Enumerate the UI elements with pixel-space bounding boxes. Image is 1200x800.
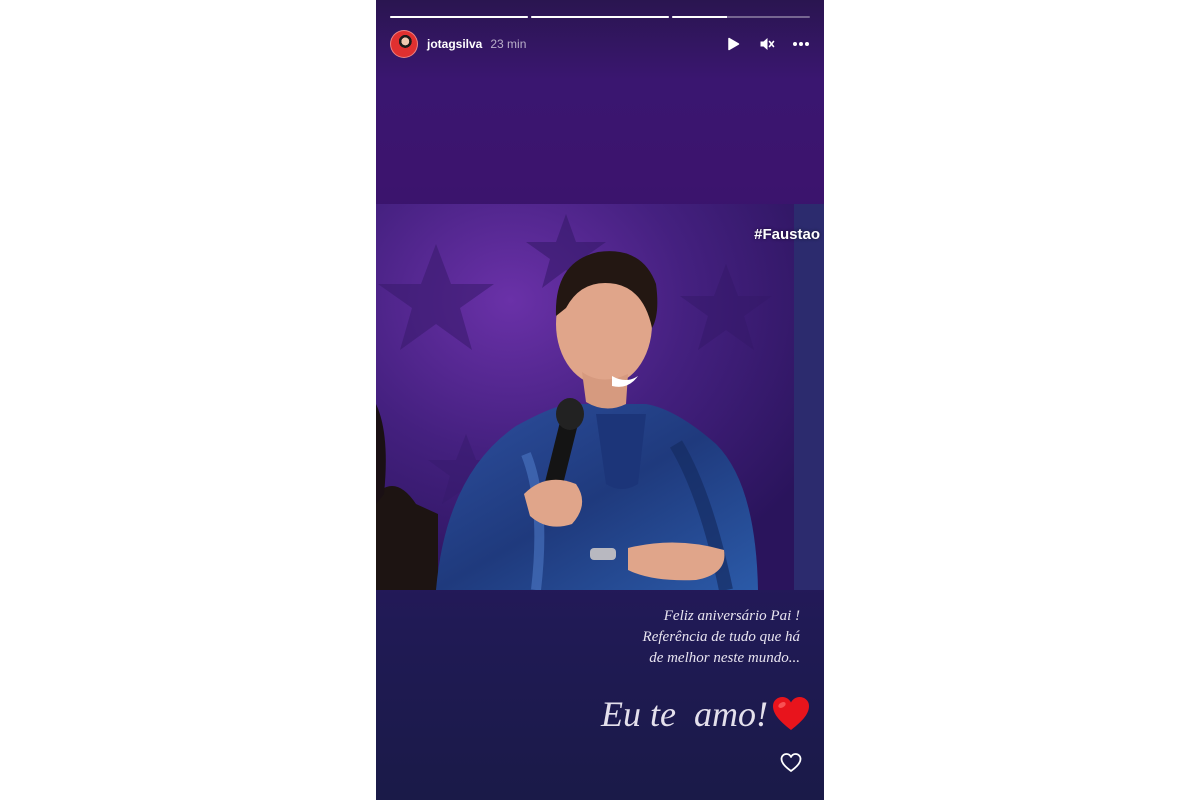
story-controls: [724, 35, 810, 53]
hashtag-sticker[interactable]: #Faustao: [754, 226, 820, 243]
progress-fill: [672, 16, 728, 18]
progress-segment: [672, 16, 810, 18]
story-header: jotagsilva 23 min: [390, 29, 810, 59]
progress-segment: [390, 16, 528, 18]
caption-line: Referência de tudo que há: [642, 629, 800, 645]
love-text: Eu te amo!: [601, 694, 768, 734]
progress-fill: [390, 16, 528, 18]
progress-segment: [531, 16, 669, 18]
username[interactable]: jotagsilva: [427, 37, 482, 51]
story-progress-bar: [390, 16, 810, 18]
play-icon[interactable]: [724, 35, 742, 53]
story-viewer: jotagsilva 23 min #Faustao Feliz anivers…: [376, 0, 824, 800]
mute-icon[interactable]: [758, 35, 776, 53]
avatar[interactable]: [390, 30, 418, 58]
photo-illustration: [376, 204, 824, 590]
story-caption: Feliz aniversário Pai ! Referência de tu…: [500, 606, 800, 669]
story-photo: #Faustao: [376, 204, 824, 590]
progress-fill: [531, 16, 669, 18]
post-time: 23 min: [490, 37, 527, 51]
caption-line: de melhor neste mundo...: [649, 650, 800, 666]
heart-emoji-icon: [772, 696, 810, 732]
heart-outline-icon[interactable]: [780, 752, 802, 774]
caption-line: Feliz aniversário Pai !: [663, 608, 800, 624]
more-icon[interactable]: [792, 35, 810, 53]
